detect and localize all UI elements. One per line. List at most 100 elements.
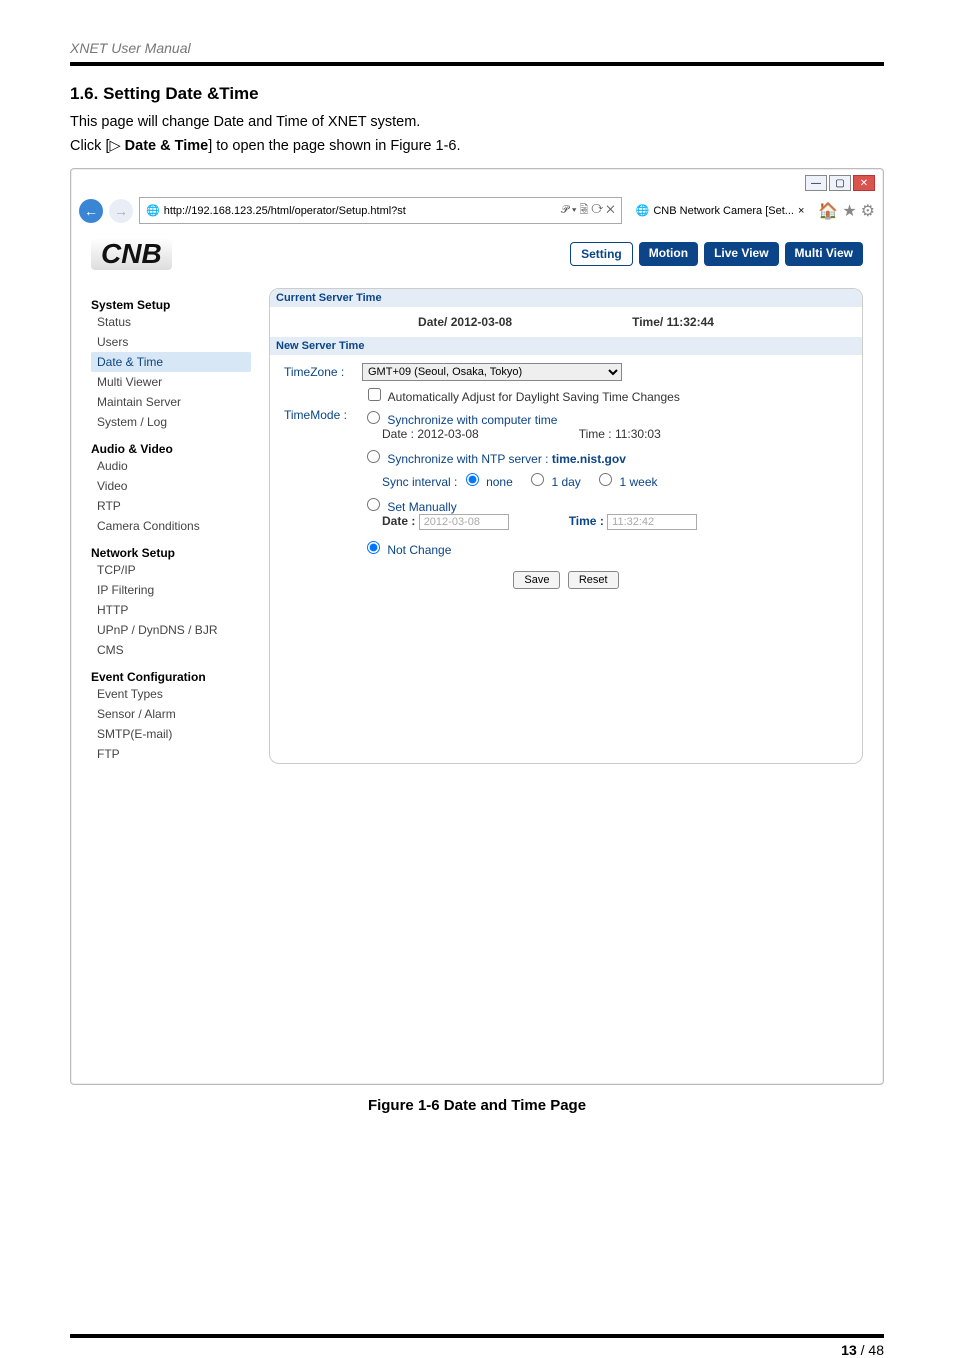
tab-motion[interactable]: Motion <box>639 242 698 266</box>
timezone-row: TimeZone : GMT+09 (Seoul, Osaka, Tokyo) <box>284 363 848 381</box>
opt-sync-ntp: Synchronize with NTP server : time.nist.… <box>362 447 697 466</box>
radio-not-change[interactable] <box>367 541 380 554</box>
cst-date: Date/ 2012-03-08 <box>418 315 512 329</box>
radio-sync-1day[interactable] <box>531 473 544 486</box>
favorite-icon[interactable]: ★ <box>842 201 856 221</box>
url-suffix-icons: 𝒫 ▾ 🗟 ⟳ ✕ <box>561 201 615 220</box>
manual-time-group: Time : <box>569 514 697 530</box>
page-total: / 48 <box>857 1342 884 1358</box>
radio-set-manually[interactable] <box>367 498 380 511</box>
manual-time-label: Time : <box>569 514 604 528</box>
settings-panel: Current Server Time Date/ 2012-03-08 Tim… <box>269 288 863 764</box>
page-number: 13 / 48 <box>70 1342 884 1358</box>
url-text: http://192.168.123.25/html/operator/Setu… <box>164 205 406 217</box>
sidebar-item-date-time[interactable]: Date & Time <box>91 352 251 372</box>
sidebar-item-camera-conditions[interactable]: Camera Conditions <box>91 516 251 536</box>
app-content: CNB Setting Motion Live View Multi View … <box>71 230 883 1084</box>
sidebar-item-smtp[interactable]: SMTP(E-mail) <box>91 724 251 744</box>
current-server-time-header: Current Server Time <box>270 289 862 307</box>
dst-row: Automatically Adjust for Daylight Saving… <box>364 385 848 404</box>
timezone-select[interactable]: GMT+09 (Seoul, Osaka, Tokyo) <box>362 363 622 381</box>
page-footer: 13 / 48 <box>70 1334 884 1358</box>
back-button[interactable]: ← <box>79 199 103 223</box>
sidebar-item-status[interactable]: Status <box>91 312 251 332</box>
manual-time-input[interactable] <box>607 514 697 530</box>
sidebar-item-audio[interactable]: Audio <box>91 456 251 476</box>
maximize-button[interactable]: ▢ <box>829 175 851 191</box>
tab-live-view[interactable]: Live View <box>704 242 778 266</box>
sidebar-item-ip-filtering[interactable]: IP Filtering <box>91 580 251 600</box>
cst-time: Time/ 11:32:44 <box>632 315 714 329</box>
app-logo: CNB <box>91 238 172 270</box>
close-button[interactable]: ✕ <box>853 175 875 191</box>
ie-icon: 🌐 <box>146 204 160 217</box>
main-columns: System Setup Status Users Date & Time Mu… <box>91 288 863 764</box>
opt-not-change: Not Change <box>362 538 697 557</box>
sync-interval-row: Sync interval : none 1 day 1 week <box>382 470 697 489</box>
sidebar-group-network: Network Setup <box>91 546 251 560</box>
radio-sync-none[interactable] <box>466 473 479 486</box>
new-server-time-header: New Server Time <box>270 337 862 355</box>
bottom-rule <box>70 1334 884 1338</box>
sidebar-item-video[interactable]: Video <box>91 476 251 496</box>
address-bar[interactable]: 🌐 http://192.168.123.25/html/operator/Se… <box>139 197 622 224</box>
app-tabs: Setting Motion Live View Multi View <box>570 242 863 266</box>
sidebar-item-multi-viewer[interactable]: Multi Viewer <box>91 372 251 392</box>
reset-button[interactable]: Reset <box>568 571 619 589</box>
manual-date-input[interactable] <box>419 514 509 530</box>
tab-close-icon[interactable]: × <box>798 205 804 217</box>
sidebar-item-ftp[interactable]: FTP <box>91 744 251 764</box>
sidebar-item-users[interactable]: Users <box>91 332 251 352</box>
forward-button[interactable]: → <box>109 199 133 223</box>
panel-buttons: Save Reset <box>284 571 848 589</box>
ntp-pre: Synchronize with NTP server : <box>387 452 552 466</box>
sidebar-item-rtp[interactable]: RTP <box>91 496 251 516</box>
sync-1week-label: 1 week <box>620 475 658 489</box>
app-header: CNB Setting Motion Live View Multi View <box>91 238 863 270</box>
sync-1day-label: 1 day <box>551 475 580 489</box>
tools-icon[interactable]: ⚙ <box>861 201 875 221</box>
timemode-label: TimeMode : <box>284 408 354 422</box>
doc-header: XNET User Manual <box>70 40 884 56</box>
sidebar-item-upnp[interactable]: UPnP / DynDNS / BJR <box>91 620 251 640</box>
page-current: 13 <box>841 1342 857 1358</box>
screenshot-empty-space <box>91 764 863 1044</box>
home-icon[interactable]: 🏠 <box>818 201 838 221</box>
sidebar-group-av: Audio & Video <box>91 442 251 456</box>
toolbar-right-icons: 🏠 ★ ⚙ <box>818 201 875 221</box>
window-controls: — ▢ ✕ <box>805 175 875 191</box>
browser-tab[interactable]: 🌐 CNB Network Camera [Set... × <box>628 201 813 220</box>
opt-sync-computer: Synchronize with computer time <box>362 408 697 427</box>
sidebar: System Setup Status Users Date & Time Mu… <box>91 288 251 764</box>
sidebar-item-event-types[interactable]: Event Types <box>91 684 251 704</box>
sidebar-item-system-log[interactable]: System / Log <box>91 412 251 432</box>
dst-checkbox[interactable] <box>368 388 381 401</box>
intro-1: This page will change Date and Time of X… <box>70 114 884 130</box>
top-rule <box>70 62 884 66</box>
timemode-row: TimeMode : Synchronize with computer tim… <box>284 408 848 557</box>
radio-sync-ntp[interactable] <box>367 450 380 463</box>
browser-toolbar: ← → 🌐 http://192.168.123.25/html/operato… <box>71 169 883 230</box>
section-title: 1.6. Setting Date &Time <box>70 84 884 104</box>
sidebar-item-http[interactable]: HTTP <box>91 600 251 620</box>
tab-title: CNB Network Camera [Set... <box>653 205 794 217</box>
sidebar-item-sensor-alarm[interactable]: Sensor / Alarm <box>91 704 251 724</box>
tab-multi-view[interactable]: Multi View <box>785 242 863 266</box>
computer-time-row: Date : 2012-03-08 Time : 11:30:03 <box>382 427 697 441</box>
minimize-button[interactable]: — <box>805 175 827 191</box>
radio-sync-computer[interactable] <box>367 411 380 424</box>
intro-2-pre: Click [▷ <box>70 138 125 154</box>
sidebar-item-maintain-server[interactable]: Maintain Server <box>91 392 251 412</box>
save-button[interactable]: Save <box>513 571 560 589</box>
sidebar-item-tcpip[interactable]: TCP/IP <box>91 560 251 580</box>
manual-date-label: Date : <box>382 514 415 528</box>
radio-sync-1week[interactable] <box>599 473 612 486</box>
current-server-time-row: Date/ 2012-03-08 Time/ 11:32:44 <box>284 315 848 329</box>
opt-not-change-label: Not Change <box>387 543 451 557</box>
computer-time: Time : 11:30:03 <box>579 427 661 441</box>
timemode-options: Synchronize with computer time Date : 20… <box>362 408 697 557</box>
tab-setting[interactable]: Setting <box>570 242 633 266</box>
opt-sync-ntp-label: Synchronize with NTP server : time.nist.… <box>387 452 626 466</box>
manual-date-group: Date : <box>382 514 509 530</box>
sidebar-item-cms[interactable]: CMS <box>91 640 251 660</box>
